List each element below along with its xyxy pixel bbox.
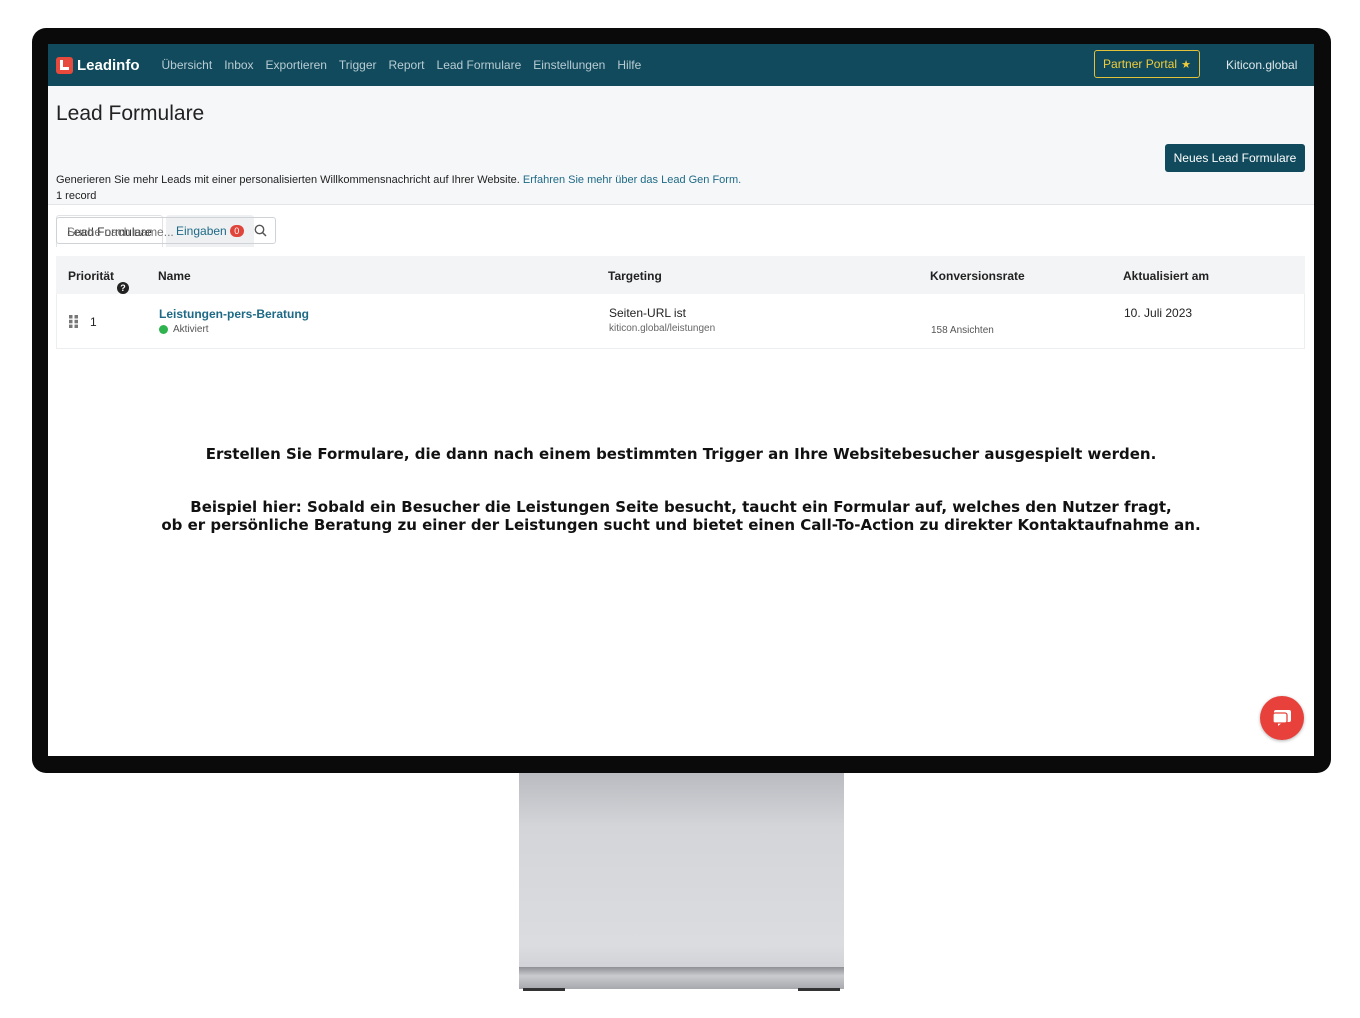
top-navbar: Leadinfo Übersicht Inbox Exportieren Tri… [48,44,1314,86]
table-header: Priorität? Name Targeting Konversionsrat… [56,256,1305,294]
status-active-dot [159,325,168,334]
chat-button[interactable] [1260,696,1304,740]
search-icon[interactable] [254,224,267,242]
overlay-caption-2: Beispiel hier: Sobald ein Besucher die L… [190,498,1172,516]
column-header-updated[interactable]: Aktualisiert am [1123,269,1209,283]
drag-handle-icon[interactable] [69,315,79,333]
stand-foot [798,988,840,991]
column-header-targeting[interactable]: Targeting [608,269,662,283]
nav-item-report[interactable]: Report [389,58,425,72]
logo-text: Leadinfo [77,56,140,74]
column-header-priority-label: Priorität [68,269,115,283]
account-name[interactable]: Kiticon.global [1226,58,1297,72]
search-input[interactable] [65,224,249,240]
column-header-priority[interactable]: Priorität? [68,269,130,294]
partner-portal-button[interactable]: Partner Portal ★ [1094,50,1200,78]
table-row[interactable]: 1 Leistungen-pers-Beratung Aktiviert Sei… [56,294,1305,349]
main-nav: Übersicht Inbox Exportieren Trigger Repo… [162,58,654,72]
row-updated: 10. Juli 2023 [1124,306,1193,320]
page-header: Lead Formulare Generieren Sie mehr Leads… [48,86,1314,247]
stand-foot [523,988,565,991]
record-count: 1 record [56,190,97,202]
help-icon[interactable]: ? [117,282,130,294]
leadinfo-logo-icon [56,56,73,74]
search-box [56,217,276,244]
new-lead-form-button[interactable]: Neues Lead Formulare [1165,144,1305,172]
overlay-caption-3: ob er persönliche Beratung zu einer der … [161,516,1201,534]
column-header-conversion[interactable]: Konversionsrate [930,269,1025,283]
page-title: Lead Formulare [56,102,205,125]
row-name-link[interactable]: Leistungen-pers-Beratung [159,307,309,321]
page-description-line: Generieren Sie mehr Leads mit einer pers… [56,174,741,186]
nav-item-inbox[interactable]: Inbox [224,58,253,72]
nav-item-einstellungen[interactable]: Einstellungen [533,58,605,72]
nav-item-trigger[interactable]: Trigger [339,58,377,72]
app-screen: Leadinfo Übersicht Inbox Exportieren Tri… [48,44,1314,756]
stand-base [519,967,844,989]
row-targeting: Seiten-URL ist [609,306,686,320]
nav-item-lead-formulare[interactable]: Lead Formulare [437,58,522,72]
overlay-caption-1: Erstellen Sie Formulare, die dann nach e… [205,445,1157,463]
row-views: 158 Ansichten [931,325,994,336]
monitor-stand [519,773,844,991]
row-status: Aktiviert [159,324,209,335]
page-description: Generieren Sie mehr Leads mit einer pers… [56,174,520,186]
nav-item-exportieren[interactable]: Exportieren [266,58,327,72]
nav-item-uebersicht[interactable]: Übersicht [162,58,213,72]
star-icon: ★ [1181,58,1191,71]
row-targeting-url: kiticon.global/leistungen [609,323,716,334]
row-priority: 1 [90,315,97,329]
leadinfo-logo[interactable]: Leadinfo [56,56,140,74]
chat-icon [1272,710,1291,726]
partner-portal-label: Partner Portal [1103,57,1178,71]
lead-forms-table: Priorität? Name Targeting Konversionsrat… [56,256,1305,349]
nav-item-hilfe[interactable]: Hilfe [617,58,641,72]
row-status-label: Aktiviert [173,324,209,335]
learn-more-link[interactable]: Erfahren Sie mehr über das Lead Gen Form… [523,174,741,186]
column-header-name[interactable]: Name [158,269,191,283]
